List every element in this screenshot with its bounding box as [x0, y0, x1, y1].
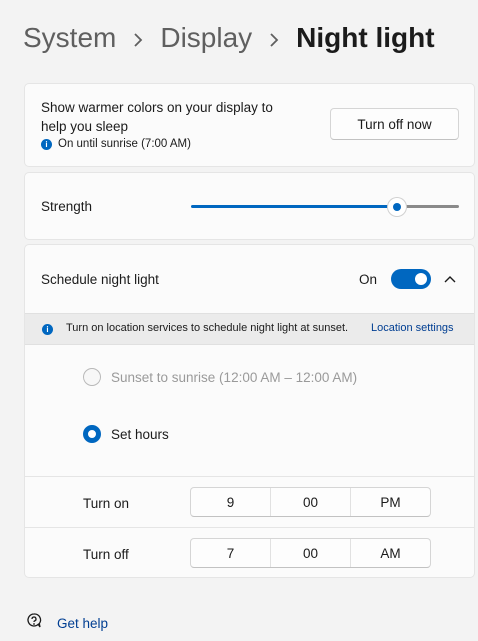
turn-on-hour[interactable]: 9: [191, 488, 270, 516]
page-title: Night light: [296, 22, 435, 53]
radio-sunset-to-sunrise[interactable]: Sunset to sunrise (12:00 AM – 12:00 AM): [83, 368, 357, 386]
toggle-state-label: On: [359, 272, 378, 287]
radio-button[interactable]: [83, 368, 101, 386]
turn-on-period[interactable]: PM: [350, 488, 430, 516]
schedule-card: Schedule night light On i Turn on locati…: [24, 244, 475, 578]
strength-slider[interactable]: [191, 198, 459, 216]
divider: [25, 476, 474, 477]
strength-slider-thumb[interactable]: [388, 198, 406, 216]
night-light-card: Show warmer colors on your display to he…: [24, 83, 475, 167]
radio-label: Sunset to sunrise (12:00 AM – 12:00 AM): [111, 369, 358, 385]
radio-set-hours[interactable]: Set hours: [83, 425, 169, 443]
chevron-right-icon: [252, 22, 296, 54]
turn-off-minute[interactable]: 00: [270, 539, 350, 567]
get-help-link[interactable]: Get help: [25, 612, 108, 635]
strength-slider-fill: [191, 205, 397, 208]
strength-card: Strength: [24, 172, 475, 240]
turn-on-time-picker[interactable]: 9 00 PM: [190, 487, 431, 517]
help-chat-icon: [25, 612, 43, 635]
location-settings-link[interactable]: Location settings: [371, 322, 454, 334]
chevron-up-icon[interactable]: [441, 271, 459, 289]
turn-on-label: Turn on: [83, 496, 130, 511]
info-icon: i: [41, 138, 52, 150]
turn-off-period[interactable]: AM: [350, 539, 430, 567]
info-icon: i: [42, 324, 53, 335]
breadcrumb-display[interactable]: Display: [160, 22, 252, 54]
night-light-status: i On until sunrise (7:00 AM): [41, 138, 191, 150]
get-help-label: Get help: [57, 616, 109, 631]
turn-off-time-picker[interactable]: 7 00 AM: [190, 538, 431, 568]
strength-slider-track: [397, 205, 459, 208]
turn-on-minute[interactable]: 00: [270, 488, 350, 516]
night-light-status-text: On until sunrise (7:00 AM): [58, 138, 191, 150]
turn-off-label: Turn off: [83, 547, 129, 562]
breadcrumb-system[interactable]: System: [23, 22, 116, 54]
banner-text: Turn on location services to schedule ni…: [66, 322, 349, 334]
turn-off-hour[interactable]: 7: [191, 539, 270, 567]
turn-off-now-button[interactable]: Turn off now: [330, 108, 459, 140]
schedule-toggle[interactable]: [391, 269, 431, 289]
night-light-description: Show warmer colors on your display to he…: [41, 100, 273, 134]
chevron-right-icon: [116, 22, 160, 54]
divider: [25, 527, 474, 528]
radio-label: Set hours: [111, 426, 169, 442]
schedule-header[interactable]: Schedule night light On: [25, 245, 474, 312]
strength-label: Strength: [41, 199, 93, 214]
location-info-banner: i Turn on location services to schedule …: [25, 313, 474, 345]
schedule-label: Schedule night light: [41, 272, 159, 287]
radio-button[interactable]: [83, 425, 101, 443]
breadcrumb: System Display Night light: [23, 22, 435, 54]
